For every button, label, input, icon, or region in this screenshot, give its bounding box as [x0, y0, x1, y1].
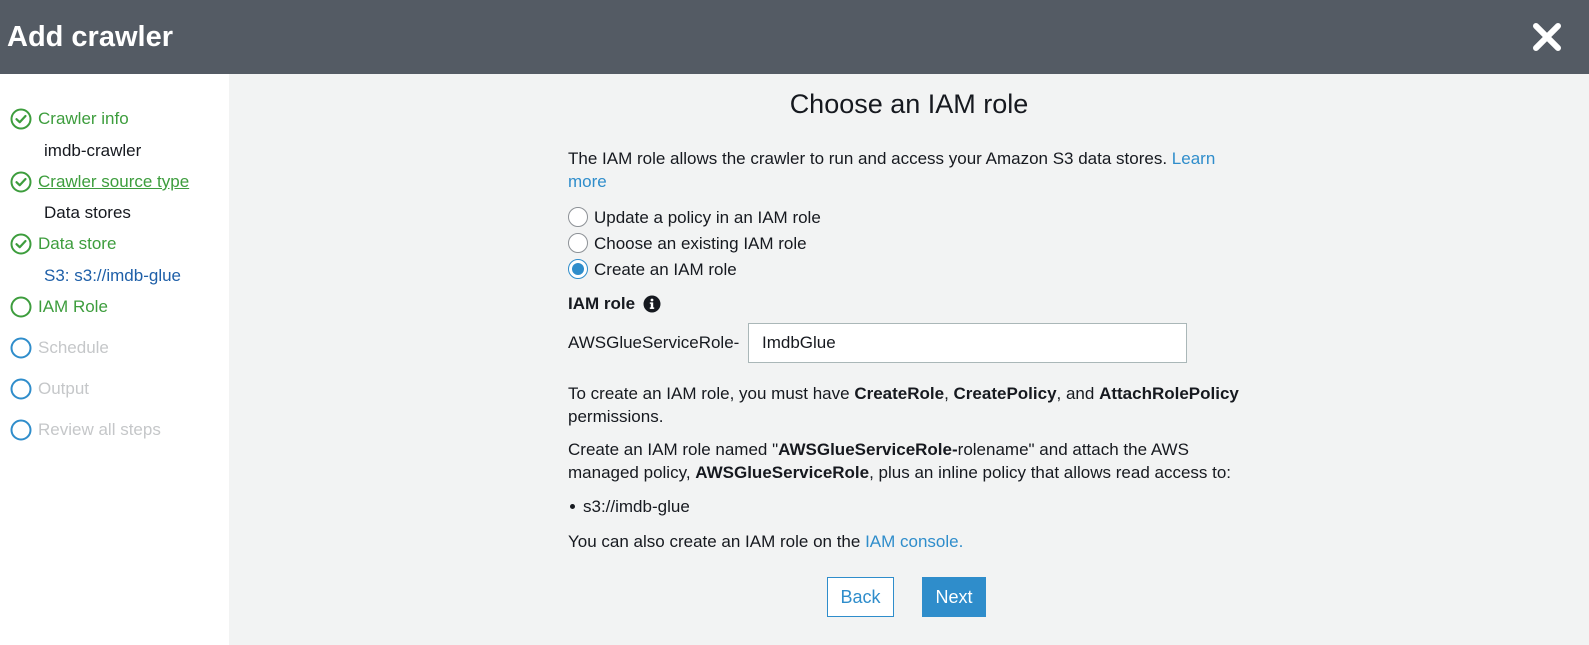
radio-label: Create an IAM role [594, 259, 737, 279]
console-text: You can also create an IAM role on the [568, 532, 866, 551]
check-circle-icon [10, 171, 32, 193]
managed-policy-name: AWSGlueServiceRole [695, 463, 870, 482]
step-label: Review all steps [38, 420, 161, 439]
iam-role-label-text: IAM role [568, 294, 636, 313]
circle-icon [10, 378, 32, 400]
access-list-item: s3://imdb-glue [568, 495, 690, 518]
bullet-icon [570, 504, 575, 509]
step-data-store[interactable]: Data store [10, 232, 116, 256]
circle-icon [10, 296, 32, 318]
step-label: Data store [38, 234, 117, 253]
iam-console-link[interactable]: IAM console. [865, 532, 963, 551]
step-label: Output [38, 379, 90, 398]
permissions-text: permissions. [568, 407, 664, 426]
step-label: Crawler info [38, 109, 129, 128]
permission-create-role: CreateRole [854, 384, 945, 403]
main-panel: Choose an IAM role The IAM role allows t… [229, 74, 1589, 645]
intro-description: The IAM role allows the crawler to run a… [568, 149, 1168, 168]
s3-path: s3://imdb-glue [583, 497, 690, 516]
check-circle-icon [10, 233, 32, 255]
step-label: IAM Role [38, 297, 108, 316]
radio-choose-existing-role[interactable]: Choose an existing IAM role [568, 231, 807, 255]
section-title: Choose an IAM role [789, 89, 1029, 119]
step-sublabel: S3: s3://imdb-glue [44, 266, 182, 285]
role-name-prefix: AWSGlueServiceRole- [568, 333, 740, 352]
create-role-instructions: Create an IAM role named "AWSGlueService… [568, 438, 1258, 484]
instructions-text: , plus an inline policy that allows read… [869, 463, 1232, 482]
radio-button[interactable] [568, 233, 588, 253]
step-iam-role[interactable]: IAM Role [10, 295, 108, 319]
step-schedule: Schedule [10, 336, 109, 360]
instructions-text: Create an IAM role named " [568, 440, 779, 459]
step-output: Output [10, 377, 89, 401]
permission-create-policy: CreatePolicy [953, 384, 1057, 403]
permissions-note: To create an IAM role, you must have Cre… [568, 382, 1258, 428]
back-button[interactable]: Back [827, 577, 894, 617]
radio-create-role[interactable]: Create an IAM role [568, 257, 737, 281]
wizard-steps-sidebar: Crawler info imdb-crawler Crawler source… [0, 74, 229, 645]
info-icon[interactable] [643, 295, 661, 313]
radio-label: Choose an existing IAM role [594, 233, 807, 253]
radio-update-policy[interactable]: Update a policy in an IAM role [568, 205, 821, 229]
circle-icon [10, 337, 32, 359]
check-circle-icon [10, 108, 32, 130]
iam-role-label: IAM role [568, 292, 661, 315]
role-prefix-bold: AWSGlueServiceRole- [778, 440, 958, 459]
radio-label: Update a policy in an IAM role [594, 207, 821, 227]
permissions-separator: , [944, 384, 954, 403]
next-button[interactable]: Next [922, 577, 986, 617]
step-crawler-source-type[interactable]: Crawler source type [10, 170, 189, 194]
console-note: You can also create an IAM role on the I… [568, 530, 1258, 553]
step-crawler-info[interactable]: Crawler info [10, 107, 129, 131]
step-review-all-steps: Review all steps [10, 418, 161, 442]
permissions-text: To create an IAM role, you must have [568, 384, 855, 403]
radio-button[interactable] [568, 207, 588, 227]
permission-attach-role-policy: AttachRolePolicy [1099, 384, 1239, 403]
step-sublabel: Data stores [44, 203, 131, 222]
radio-button-selected[interactable] [568, 259, 588, 279]
step-label: Crawler source type [38, 172, 190, 191]
header: Add crawler [0, 0, 1589, 74]
intro-text: The IAM role allows the crawler to run a… [568, 147, 1258, 193]
step-sublabel: imdb-crawler [44, 141, 142, 160]
step-label: Schedule [38, 338, 109, 357]
page-title: Add crawler [7, 21, 173, 53]
circle-icon [10, 419, 32, 441]
role-name-input[interactable] [748, 323, 1187, 363]
close-icon[interactable] [1531, 21, 1563, 53]
permissions-separator: , and [1056, 384, 1100, 403]
